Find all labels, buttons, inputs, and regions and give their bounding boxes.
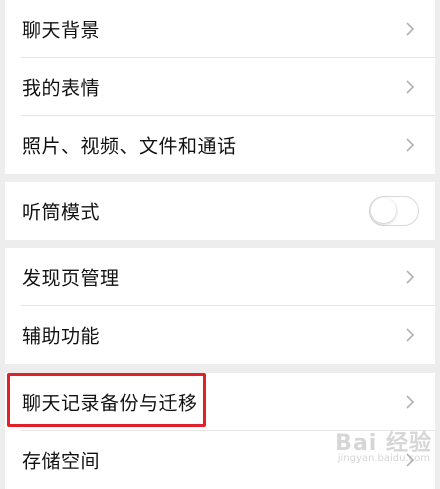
- settings-item-accessibility[interactable]: 辅助功能: [5, 306, 435, 364]
- chevron-right-icon: [405, 269, 415, 285]
- settings-item-earpiece-mode: 听筒模式: [5, 182, 435, 240]
- settings-item-discover-management[interactable]: 发现页管理: [5, 248, 435, 306]
- settings-item-label: 听筒模式: [22, 201, 101, 224]
- settings-item-my-stickers[interactable]: 我的表情: [5, 58, 435, 116]
- chat-settings-screen: 聊天背景 我的表情 照片、视频、文件和通话 听筒模式 发现页管理 辅助功能 聊天…: [5, 0, 435, 489]
- settings-item-label: 聊天记录备份与迁移: [22, 392, 198, 415]
- chevron-right-icon: [405, 327, 415, 343]
- settings-item-label: 发现页管理: [22, 267, 120, 290]
- settings-item-label: 存储空间: [22, 450, 101, 473]
- settings-item-chat-backup-migrate[interactable]: 聊天记录备份与迁移: [5, 373, 435, 431]
- settings-item-label: 辅助功能: [22, 325, 101, 348]
- settings-item-photos-videos-files-calls[interactable]: 照片、视频、文件和通话: [5, 116, 435, 174]
- settings-group-chat: 聊天背景 我的表情 照片、视频、文件和通话: [5, 0, 435, 174]
- chevron-right-icon: [405, 79, 415, 95]
- toggle-knob: [371, 198, 396, 223]
- settings-group-earpiece: 听筒模式: [5, 182, 435, 240]
- chevron-right-icon: [405, 394, 415, 410]
- settings-item-chat-background[interactable]: 聊天背景: [5, 0, 435, 58]
- settings-item-label: 我的表情: [22, 77, 101, 100]
- earpiece-mode-toggle[interactable]: [369, 196, 419, 226]
- settings-item-label: 聊天背景: [22, 19, 101, 42]
- settings-group-storage: 聊天记录备份与迁移 存储空间: [5, 373, 435, 489]
- chevron-right-icon: [405, 137, 415, 153]
- chevron-right-icon: [405, 452, 415, 468]
- settings-item-storage[interactable]: 存储空间: [5, 431, 435, 489]
- settings-group-discover: 发现页管理 辅助功能: [5, 248, 435, 364]
- settings-item-label: 照片、视频、文件和通话: [22, 135, 237, 158]
- chevron-right-icon: [405, 21, 415, 37]
